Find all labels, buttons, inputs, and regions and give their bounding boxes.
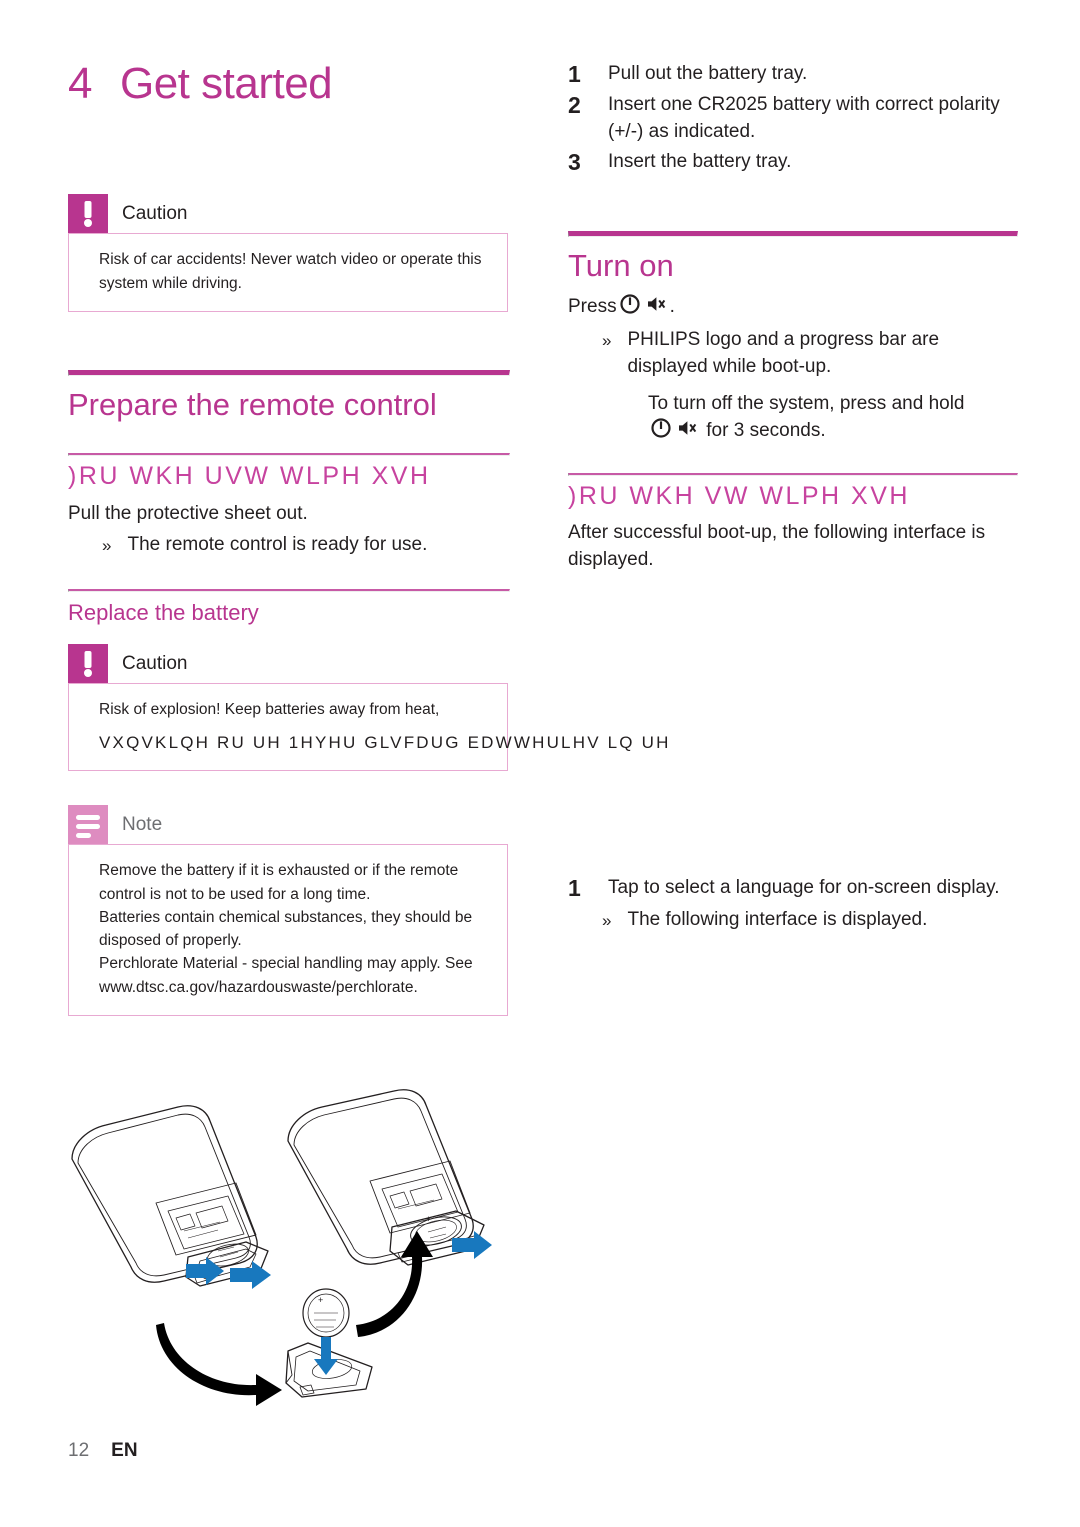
power-icon bbox=[651, 418, 671, 447]
mute-speaker-icon bbox=[677, 418, 698, 447]
list-item: 2 Insert one CR2025 battery with correct… bbox=[568, 91, 1016, 146]
list-item: 3 Insert the battery tray. bbox=[568, 148, 1016, 177]
subsection-rule bbox=[68, 588, 510, 592]
note-line-1: Remove the battery if it is exhausted or… bbox=[99, 862, 459, 903]
step-text: Insert one CR2025 battery with correct p… bbox=[608, 93, 1000, 143]
chevron-double-right-icon: » bbox=[602, 330, 612, 350]
section-heading-prepare: Prepare the remote control bbox=[68, 386, 437, 422]
turn-off-post-text: for 3 seconds. bbox=[706, 419, 826, 441]
first-time-result-text: The remote control is ready for use. bbox=[127, 533, 428, 555]
language-code: EN bbox=[111, 1440, 138, 1461]
remote-battery-diagram: + + bbox=[60, 1085, 540, 1415]
subsection-heading-first-time-use: )RU WKH UVW WLPH XVH bbox=[68, 462, 431, 491]
mute-speaker-icon bbox=[646, 294, 667, 323]
step-number: 3 bbox=[568, 148, 581, 175]
battery-steps-list: 1 Pull out the battery tray. 2 Insert on… bbox=[568, 60, 1016, 177]
left-column: 4 Get started Caution Risk of car accide… bbox=[68, 59, 668, 1016]
note-box: Note Remove the battery if it is exhaust… bbox=[68, 805, 508, 1016]
subsection-rule bbox=[68, 453, 510, 457]
power-icon bbox=[619, 294, 640, 323]
note-body: Remove the battery if it is exhausted or… bbox=[68, 844, 508, 1016]
after-boot-text: After successful boot-up, the following … bbox=[568, 522, 986, 571]
svg-text:+: + bbox=[318, 1295, 323, 1305]
caution-body: Risk of explosion! Keep batteries away f… bbox=[68, 683, 668, 772]
caution-header: Caution bbox=[68, 194, 508, 235]
page-number: 12 bbox=[68, 1440, 90, 1461]
step-text: Tap to select a language for on-screen d… bbox=[608, 877, 1000, 899]
turn-off-instruction: To turn off the system, press and hold f… bbox=[568, 391, 1016, 447]
step-number: 2 bbox=[568, 91, 581, 118]
caution-text: Risk of explosion! Keep batteries away f… bbox=[99, 701, 440, 719]
section-rule bbox=[68, 369, 510, 376]
chapter-title: Get started bbox=[119, 59, 333, 108]
chevron-double-right-icon: » bbox=[602, 911, 612, 931]
chapter-heading: 4 Get started bbox=[68, 59, 508, 108]
list-item: 1 Pull out the battery tray. bbox=[568, 60, 1016, 89]
caution-text: Risk of car accidents! Never watch video… bbox=[99, 251, 482, 292]
caution-body: Risk of car accidents! Never watch video… bbox=[68, 233, 508, 312]
right-column: 1 Pull out the battery tray. 2 Insert on… bbox=[568, 60, 1018, 934]
note-line-2: Batteries contain chemical substances, t… bbox=[99, 908, 473, 950]
step-text: Pull out the battery tray. bbox=[608, 63, 808, 84]
step-number: 1 bbox=[568, 61, 581, 87]
boot-up-text: PHILIPS logo and a progress bar are disp… bbox=[627, 328, 940, 377]
subsection-heading-replace-battery: Replace the battery bbox=[68, 599, 259, 625]
press-label: Press bbox=[568, 295, 617, 317]
page-footer: 12 EN bbox=[68, 1440, 138, 1462]
subsection-rule bbox=[568, 472, 1018, 476]
subsection-heading-first-time-use: )RU WKH VW WLPH XVH bbox=[568, 481, 910, 510]
step-number: 1 bbox=[568, 875, 581, 902]
step-text: Insert the battery tray. bbox=[608, 150, 792, 172]
exclamation-icon bbox=[68, 194, 108, 235]
first-time-instruction: Pull the protective sheet out. bbox=[68, 502, 308, 524]
caution-label: Caution bbox=[122, 653, 188, 675]
document-page: 4 Get started Caution Risk of car accide… bbox=[0, 0, 1080, 1527]
language-result: » The following interface is displayed. bbox=[568, 907, 1016, 934]
exclamation-icon bbox=[68, 644, 108, 685]
note-lines-icon bbox=[68, 805, 108, 846]
note-label: Note bbox=[122, 814, 163, 836]
list-item: 1 Tap to select a language for on-screen… bbox=[568, 874, 1016, 903]
language-result-text: The following interface is displayed. bbox=[627, 909, 928, 931]
remote-battery-diagram-svg: + + bbox=[71, 1089, 492, 1406]
first-time-result: » The remote control is ready for use. bbox=[68, 532, 508, 559]
language-steps-list: 1 Tap to select a language for on-screen… bbox=[568, 874, 1016, 903]
note-header: Note bbox=[68, 805, 508, 846]
caution-label: Caution bbox=[122, 203, 188, 225]
svg-text:+: + bbox=[426, 1214, 431, 1224]
chevron-double-right-icon: » bbox=[102, 535, 112, 555]
press-suffix: . bbox=[669, 295, 675, 317]
caution-box-battery: Caution Risk of explosion! Keep batterie… bbox=[68, 644, 668, 772]
section-heading-turn-on: Turn on bbox=[568, 247, 674, 283]
caution-header: Caution bbox=[68, 644, 508, 685]
note-line-3: Perchlorate Material - special handling … bbox=[99, 955, 473, 996]
boot-up-result: » PHILIPS logo and a progress bar are di… bbox=[568, 327, 1016, 381]
turn-off-pre-text: To turn off the system, press and hold bbox=[648, 392, 965, 414]
section-rule bbox=[568, 230, 1018, 237]
caution-box-driving: Caution Risk of car accidents! Never wat… bbox=[68, 194, 508, 312]
press-instruction: Press . bbox=[568, 294, 1016, 323]
chapter-number: 4 bbox=[68, 59, 92, 108]
